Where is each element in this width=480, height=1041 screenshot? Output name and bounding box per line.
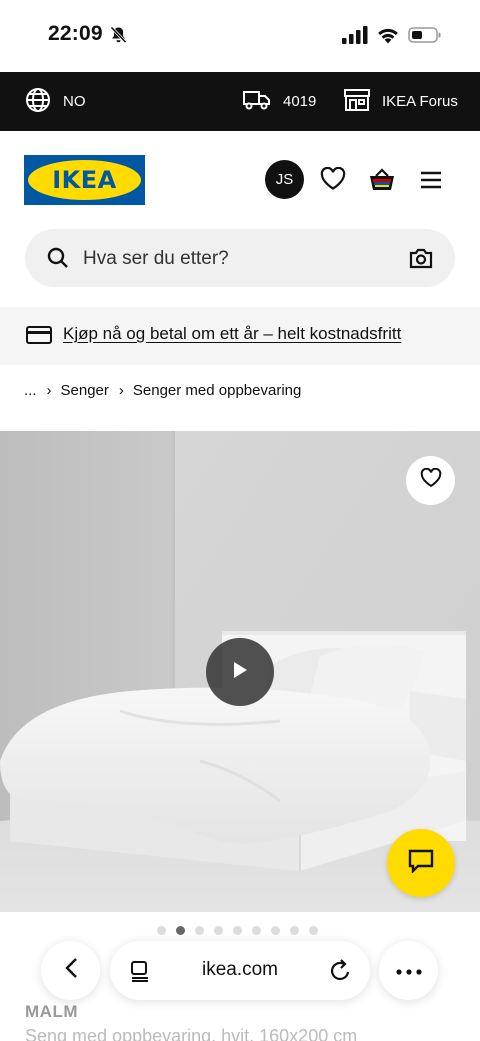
- search-bar[interactable]: Hva ser du etter?: [25, 229, 455, 287]
- carousel-dot-active[interactable]: [176, 926, 185, 935]
- wifi-icon: [376, 26, 400, 49]
- store-selector[interactable]: IKEA Forus: [344, 72, 458, 131]
- play-video-button[interactable]: [206, 638, 274, 706]
- browser-back-button[interactable]: [41, 941, 100, 1000]
- browser-more-button[interactable]: [379, 941, 438, 1000]
- postal-code-selector[interactable]: 4019: [243, 72, 316, 131]
- postal-code-label: 4019: [283, 93, 317, 110]
- carousel-dot[interactable]: [290, 926, 299, 935]
- carousel-dot[interactable]: [233, 926, 242, 935]
- ikea-logo[interactable]: IKEA: [24, 155, 145, 205]
- logo-text: IKEA: [52, 166, 117, 194]
- search-icon: [47, 247, 69, 274]
- heart-icon: [420, 467, 442, 493]
- breadcrumb-separator: ›: [46, 382, 52, 399]
- breadcrumb-separator: ›: [118, 382, 124, 399]
- carousel-dot[interactable]: [157, 926, 166, 935]
- store-label: IKEA Forus: [382, 93, 458, 110]
- chevron-left-icon: [64, 957, 78, 984]
- store-icon: [344, 88, 370, 115]
- camera-icon[interactable]: [409, 247, 433, 274]
- battery-icon: [408, 26, 442, 49]
- browser-address-bar[interactable]: ikea.com: [110, 941, 370, 1000]
- logo-oval: IKEA: [28, 160, 141, 200]
- language-selector[interactable]: NO: [25, 72, 86, 131]
- carousel-dot[interactable]: [252, 926, 261, 935]
- globe-icon: [25, 87, 51, 117]
- language-label: NO: [63, 93, 86, 110]
- bell-slash-icon: [110, 26, 127, 49]
- carousel-dot[interactable]: [271, 926, 280, 935]
- carousel-dot[interactable]: [195, 926, 204, 935]
- promo-banner[interactable]: Kjøp nå og betal om ett år – helt kostna…: [0, 307, 480, 365]
- play-icon: [232, 661, 248, 684]
- carousel-dots[interactable]: [157, 926, 318, 935]
- chat-icon: [408, 849, 434, 878]
- reload-icon[interactable]: [330, 958, 352, 987]
- breadcrumb-ellipsis[interactable]: ...: [24, 382, 37, 399]
- ios-status-bar: 22:09: [0, 0, 480, 72]
- top-utility-bar: NO 4019 IKEA Forus: [0, 72, 480, 131]
- breadcrumb: ... › Senger › Senger med oppbevaring: [24, 382, 301, 399]
- promo-link[interactable]: Kjøp nå og betal om ett år – helt kostna…: [63, 324, 401, 344]
- cellular-signal-icon: [342, 26, 368, 49]
- carousel-dot[interactable]: [309, 926, 318, 935]
- menu-icon[interactable]: [420, 171, 442, 194]
- product-description: Seng med oppbevaring, hvit, 160x200 cm: [25, 1026, 358, 1041]
- search-input[interactable]: Hva ser du etter?: [83, 248, 229, 270]
- credit-card-icon: [26, 325, 52, 350]
- user-avatar[interactable]: JS: [265, 160, 304, 199]
- more-icon: [395, 962, 422, 980]
- product-brand: MALM: [25, 1002, 78, 1021]
- status-time: 22:09: [48, 22, 103, 45]
- carousel-dot[interactable]: [214, 926, 223, 935]
- delivery-truck-icon: [243, 89, 271, 115]
- breadcrumb-item-senger[interactable]: Senger: [61, 382, 109, 399]
- favorite-button[interactable]: [406, 456, 455, 505]
- shopping-bag-icon[interactable]: [368, 168, 396, 197]
- chat-button[interactable]: [387, 829, 455, 897]
- heart-icon[interactable]: [320, 166, 346, 196]
- breadcrumb-item-current[interactable]: Senger med oppbevaring: [133, 382, 301, 399]
- site-header: IKEA JS: [0, 131, 480, 227]
